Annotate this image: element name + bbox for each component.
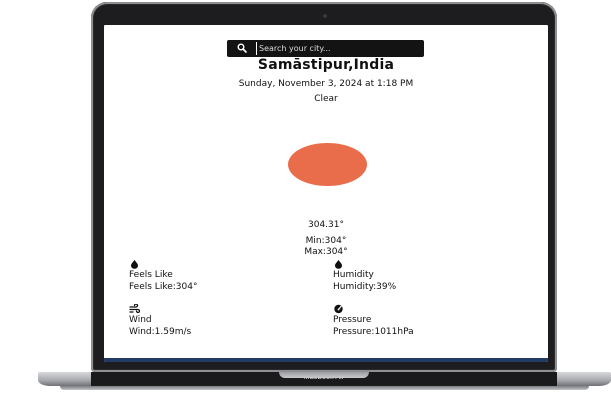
pressure-card: Pressure Pressure:1011hPa xyxy=(333,304,414,338)
temperature: 304.31° xyxy=(104,220,548,230)
humidity-title: Humidity xyxy=(333,269,396,281)
screen-bottom-strip xyxy=(104,358,548,362)
laptop-base-edge xyxy=(60,386,589,390)
wind-icon xyxy=(129,304,140,314)
laptop-mockup: Samāstipur,India Sunday, November 3, 202… xyxy=(0,0,611,409)
temperature-min: Min:304° xyxy=(104,236,548,246)
wind-value: Wind:1.59m/s xyxy=(129,326,191,338)
wind-card: Wind Wind:1.59m/s xyxy=(129,304,191,338)
laptop-screen: Samāstipur,India Sunday, November 3, 202… xyxy=(104,25,548,362)
humidity-card: Humidity Humidity:39% xyxy=(333,259,396,293)
camera-dot xyxy=(323,14,327,18)
drop-icon xyxy=(333,259,344,269)
weather-condition: Clear xyxy=(104,94,548,104)
search-icon xyxy=(237,43,247,53)
drop-icon xyxy=(129,259,140,269)
feels-like-title: Feels Like xyxy=(129,269,197,281)
search-bar[interactable] xyxy=(227,40,424,57)
pressure-value: Pressure:1011hPa xyxy=(333,326,414,338)
feels-like-card: Feels Like Feels Like:304° xyxy=(129,259,197,293)
sun-icon xyxy=(288,143,367,186)
laptop-notch xyxy=(279,372,369,378)
temperature-max: Max:304° xyxy=(104,247,548,257)
gauge-icon xyxy=(333,304,344,314)
search-input[interactable] xyxy=(256,42,419,55)
humidity-value: Humidity:39% xyxy=(333,281,396,293)
city-name: Samāstipur,India xyxy=(104,57,548,73)
wind-title: Wind xyxy=(129,314,191,326)
pressure-title: Pressure xyxy=(333,314,414,326)
feels-like-value: Feels Like:304° xyxy=(129,281,197,293)
date-time: Sunday, November 3, 2024 at 1:18 PM xyxy=(104,79,548,89)
